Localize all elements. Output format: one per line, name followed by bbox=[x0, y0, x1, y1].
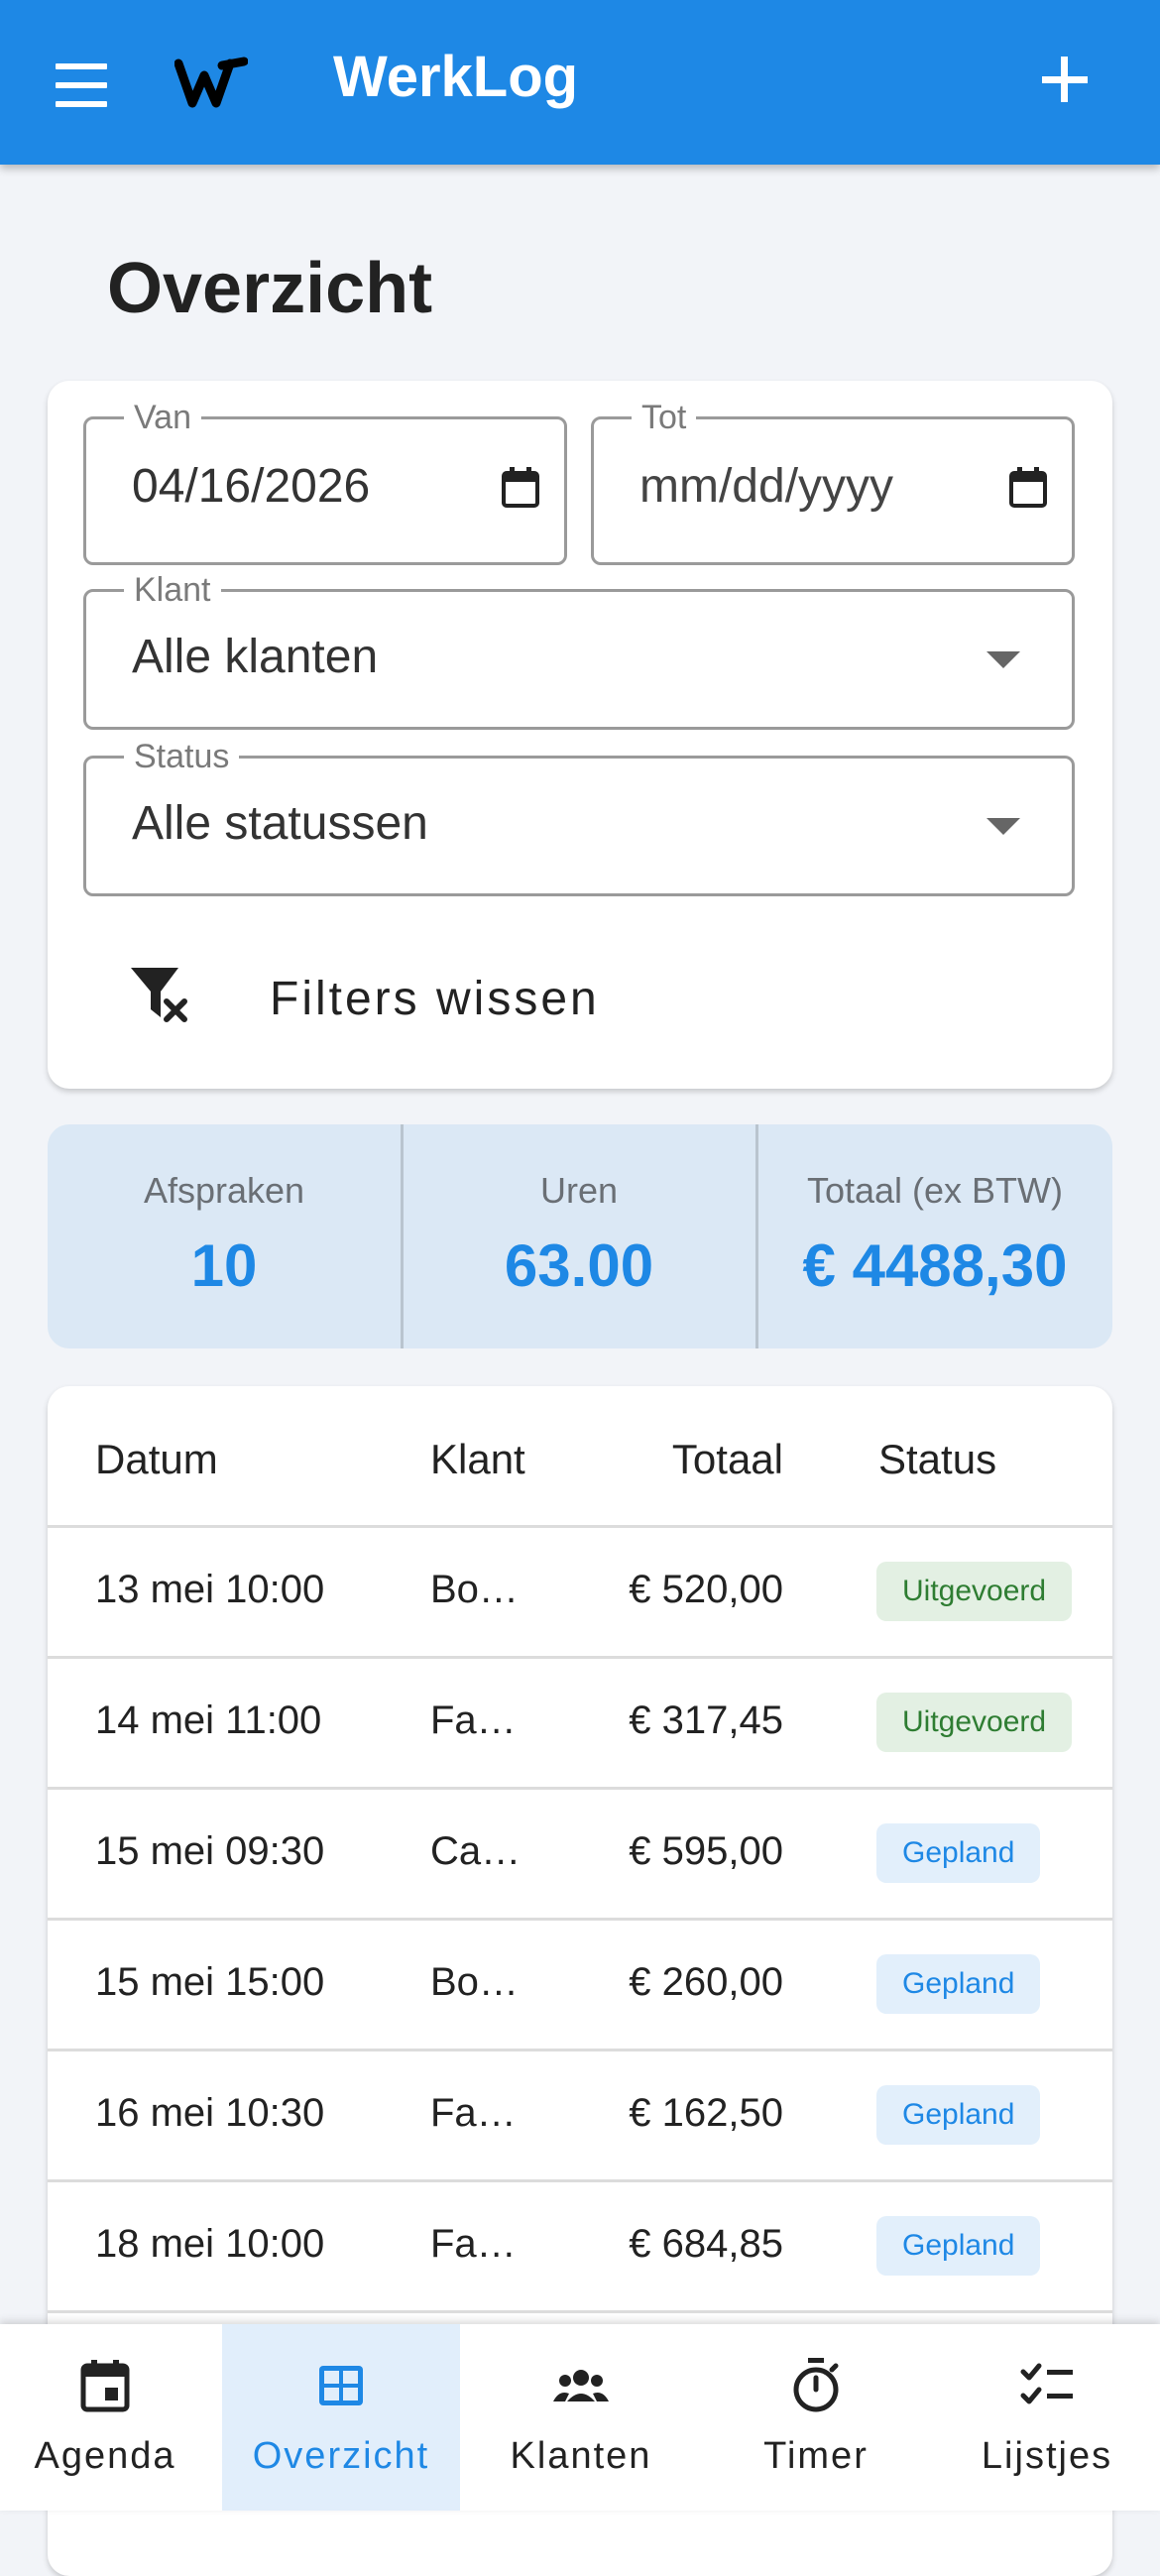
table-row[interactable]: 16 mei 10:30 Fa… € 162,50 Gepland bbox=[48, 2049, 1112, 2180]
tot-date-field[interactable]: Tot mm/dd/yyyy bbox=[591, 398, 1075, 565]
nav-label: Timer bbox=[763, 2435, 869, 2477]
cell-datum: 15 mei 09:30 bbox=[95, 1829, 325, 1873]
cell-klant: Fa… bbox=[430, 2222, 517, 2266]
stat-value: 63.00 bbox=[504, 1232, 654, 1299]
stat-totaal: Totaal (ex BTW) € 4488,30 bbox=[757, 1124, 1112, 1348]
nav-label: Agenda bbox=[34, 2435, 176, 2477]
summary-panel: Afspraken 10 Uren 63.00 Totaal (ex BTW) … bbox=[48, 1124, 1112, 1348]
header-totaal[interactable]: Totaal bbox=[672, 1436, 783, 1483]
van-label: Van bbox=[124, 398, 201, 437]
klant-value: Alle klanten bbox=[132, 631, 379, 683]
cell-klant: Ca… bbox=[430, 1829, 522, 1873]
bottom-navigation: Agenda Overzicht Klanten Timer Lijstjes bbox=[0, 2324, 1160, 2511]
group-icon bbox=[553, 2370, 609, 2401]
nav-label: Lijstjes bbox=[981, 2435, 1113, 2477]
table-row[interactable]: 15 mei 15:00 Bo… € 260,00 Gepland bbox=[48, 1918, 1112, 2049]
header-status[interactable]: Status bbox=[878, 1436, 996, 1483]
stat-value: € 4488,30 bbox=[802, 1232, 1068, 1299]
cell-totaal: € 595,00 bbox=[629, 1829, 783, 1873]
stat-label: Afspraken bbox=[143, 1170, 305, 1211]
stat-label: Totaal (ex BTW) bbox=[806, 1170, 1064, 1211]
cell-totaal: € 684,85 bbox=[629, 2222, 783, 2266]
cell-totaal: € 317,45 bbox=[629, 1698, 783, 1742]
van-date-field[interactable]: Van 04/16/2026 bbox=[83, 398, 567, 565]
calendar-event-icon bbox=[80, 2360, 130, 2412]
table-row[interactable]: 14 mei 11:00 Fa… € 317,45 Uitgevoerd bbox=[48, 1656, 1112, 1788]
menu-button[interactable] bbox=[52, 63, 113, 107]
status-badge: Gepland bbox=[876, 1823, 1041, 1883]
checklist-icon bbox=[1020, 2363, 1073, 2404]
filter-clear-icon bbox=[131, 968, 187, 1022]
klant-select[interactable]: Klant Alle klanten bbox=[83, 570, 1075, 730]
nav-label: Overzicht bbox=[252, 2435, 430, 2477]
klant-label: Klant bbox=[124, 570, 221, 610]
status-badge: Gepland bbox=[876, 2085, 1041, 2145]
stat-label: Uren bbox=[539, 1170, 619, 1211]
cell-totaal: € 162,50 bbox=[629, 2091, 783, 2135]
status-badge: Gepland bbox=[876, 2216, 1041, 2276]
calendar-icon[interactable] bbox=[1008, 467, 1048, 509]
nav-klanten[interactable]: Klanten bbox=[462, 2324, 700, 2511]
app-bar: WerkLog bbox=[0, 0, 1160, 165]
van-value[interactable]: 04/16/2026 bbox=[132, 459, 370, 514]
nav-label: Klanten bbox=[510, 2435, 652, 2477]
dropdown-arrow-icon bbox=[986, 818, 1020, 835]
tot-label: Tot bbox=[632, 398, 697, 437]
table-row[interactable]: 15 mei 09:30 Ca… € 595,00 Gepland bbox=[48, 1787, 1112, 1919]
status-badge: Uitgevoerd bbox=[876, 1562, 1073, 1621]
calendar-icon[interactable] bbox=[501, 467, 540, 509]
status-select[interactable]: Status Alle statussen bbox=[83, 737, 1075, 896]
cell-totaal: € 260,00 bbox=[629, 1960, 783, 2004]
stat-value: 10 bbox=[190, 1232, 258, 1299]
stat-afspraken: Afspraken 10 bbox=[48, 1124, 401, 1348]
header-datum[interactable]: Datum bbox=[95, 1436, 218, 1483]
cell-totaal: € 520,00 bbox=[629, 1568, 783, 1611]
table-row[interactable]: 13 mei 10:00 Bo… € 520,00 Uitgevoerd bbox=[48, 1525, 1112, 1657]
stat-uren: Uren 63.00 bbox=[403, 1124, 755, 1348]
cell-klant: Fa… bbox=[430, 2091, 517, 2135]
logo-icon bbox=[174, 57, 248, 108]
clear-filters-label: Filters wissen bbox=[270, 973, 600, 1025]
app-title: WerkLog bbox=[333, 45, 579, 109]
cell-klant: Bo… bbox=[430, 1960, 519, 2004]
cell-datum: 18 mei 10:00 bbox=[95, 2222, 325, 2266]
cell-datum: 15 mei 15:00 bbox=[95, 1960, 325, 2004]
add-button[interactable] bbox=[1037, 54, 1093, 109]
cell-datum: 13 mei 10:00 bbox=[95, 1568, 325, 1611]
nav-overzicht[interactable]: Overzicht bbox=[222, 2324, 460, 2511]
nav-agenda[interactable]: Agenda bbox=[0, 2324, 210, 2511]
tot-value[interactable]: mm/dd/yyyy bbox=[639, 459, 893, 514]
nav-timer[interactable]: Timer bbox=[702, 2324, 930, 2511]
filter-card: Van 04/16/2026 Tot mm/dd/yyyy Klant Alle… bbox=[48, 381, 1112, 1089]
nav-lijstjes[interactable]: Lijstjes bbox=[934, 2324, 1160, 2511]
page-title: Overzicht bbox=[107, 249, 433, 328]
table-row[interactable]: 18 mei 10:00 Fa… € 684,85 Gepland bbox=[48, 2179, 1112, 2311]
dropdown-arrow-icon bbox=[986, 651, 1020, 668]
cell-klant: Bo… bbox=[430, 1568, 519, 1611]
clear-filters-button[interactable]: Filters wissen bbox=[127, 946, 642, 1045]
status-badge: Uitgevoerd bbox=[876, 1693, 1073, 1752]
header-klant[interactable]: Klant bbox=[430, 1436, 525, 1483]
cell-klant: Fa… bbox=[430, 1698, 517, 1742]
stopwatch-icon bbox=[793, 2358, 839, 2412]
cell-datum: 14 mei 11:00 bbox=[95, 1698, 322, 1742]
table-view-icon bbox=[319, 2366, 363, 2405]
status-label: Status bbox=[124, 737, 240, 776]
status-badge: Gepland bbox=[876, 1954, 1041, 2014]
status-value: Alle statussen bbox=[132, 797, 428, 850]
cell-datum: 16 mei 10:30 bbox=[95, 2091, 325, 2135]
